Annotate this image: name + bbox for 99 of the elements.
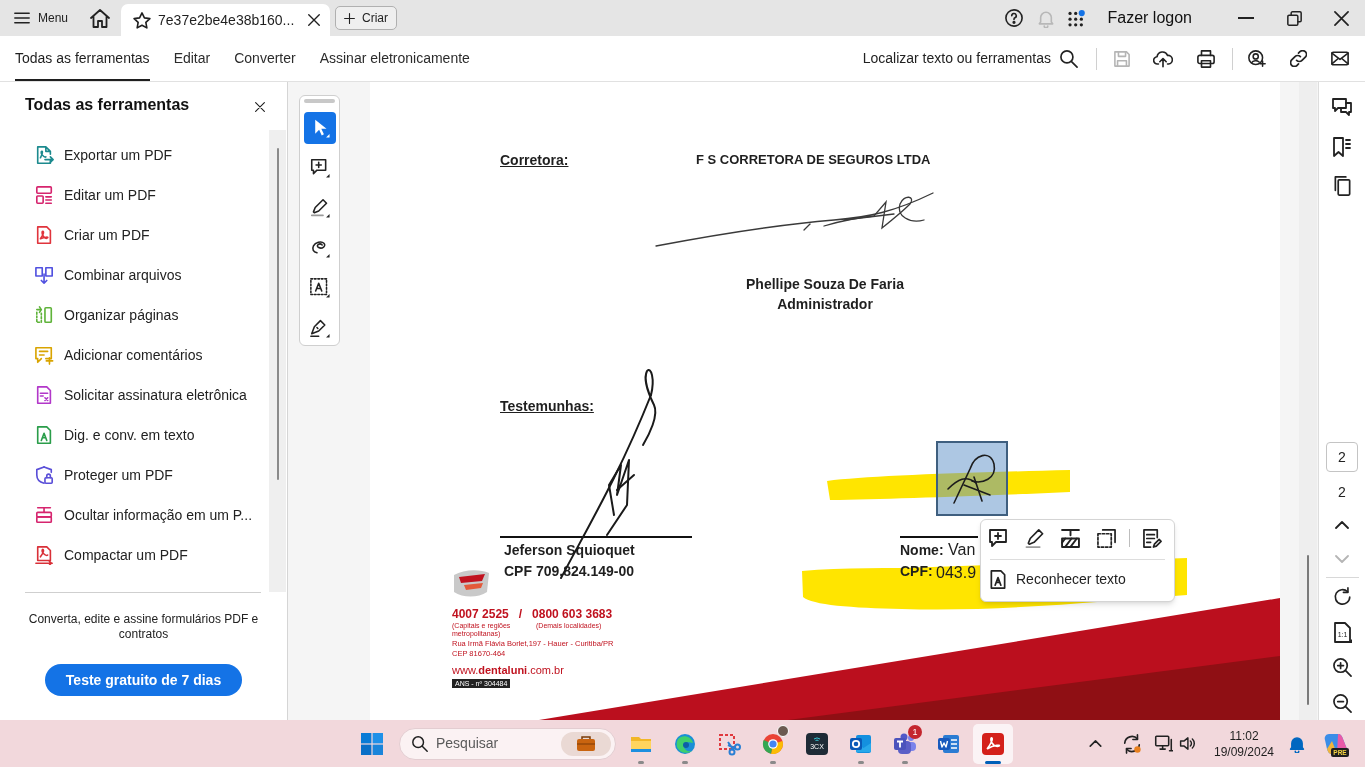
taskbar-button[interactable]: 1: [885, 723, 925, 764]
star-icon[interactable]: [133, 11, 152, 29]
bell-icon[interactable]: [1289, 734, 1305, 753]
people-tile-icon: [893, 731, 917, 756]
name-value: Van: [948, 540, 976, 559]
cpf-value: 043.9: [936, 563, 977, 582]
tool-item[interactable]: Compactar um PDF: [0, 535, 269, 575]
windows-logo-icon[interactable]: [361, 732, 383, 755]
comment-plus-icon[interactable]: [989, 528, 1008, 548]
comments-icon[interactable]: [1332, 98, 1352, 118]
pen-sign-icon: [309, 318, 330, 338]
swirl-tile-icon: [981, 731, 1005, 756]
pages-icon[interactable]: [1333, 176, 1351, 196]
restore-icon[interactable]: [1286, 10, 1302, 26]
user-plus-icon[interactable]: [1248, 49, 1266, 68]
mail-icon[interactable]: [1331, 51, 1349, 66]
witnesses-label: Testemunhas:: [500, 397, 594, 415]
promo-text: Converta, edite e assine formulários PDF e contratos: [27, 612, 260, 642]
text-document-icon: [989, 569, 1007, 589]
comment-plus-icon: [309, 158, 330, 178]
broker-label: Corretora:: [500, 151, 569, 169]
volume-icon[interactable]: [1179, 735, 1196, 752]
page-number-field[interactable]: 2: [1326, 442, 1358, 472]
avatar-icon: [777, 724, 789, 737]
tool-item[interactable]: Exportar um PDF: [0, 135, 269, 175]
sign-in-button[interactable]: Fazer logon: [1107, 6, 1192, 30]
briefcase-icon: [561, 731, 611, 756]
clock-button[interactable]: 11:02 19/09/2024: [1213, 727, 1275, 760]
hatched-text-icon[interactable]: [1061, 528, 1080, 548]
plus-icon: [344, 12, 356, 24]
scrollbar-thumb[interactable]: [1307, 555, 1309, 705]
separator: /: [518, 606, 523, 622]
cpf-label: CPF:: [900, 562, 933, 580]
sync-icon[interactable]: [1122, 733, 1142, 754]
text-select-icon: [309, 278, 330, 298]
trial-button[interactable]: Teste gratuito de 7 dias: [45, 664, 242, 696]
chevron-up-icon[interactable]: [1089, 740, 1102, 747]
panel-title: Todas as ferramentas: [25, 95, 190, 115]
tool-item[interactable]: Ocultar informação em um P...: [0, 495, 269, 535]
broker-name: F S CORRETORA DE SEGUROS LTDA: [696, 151, 931, 169]
chevron-up-icon[interactable]: [1335, 521, 1349, 529]
dashed-select-icon[interactable]: [1097, 528, 1116, 548]
close-icon[interactable]: [1334, 10, 1349, 26]
network-icon[interactable]: [1154, 734, 1173, 753]
link-icon[interactable]: [1290, 50, 1307, 67]
toolbar-tab[interactable]: Editar: [173, 36, 211, 81]
tool-item[interactable]: Combinar arquivos: [0, 255, 269, 295]
create-button[interactable]: Criar: [335, 6, 398, 30]
tool-item[interactable]: Organizar páginas: [0, 295, 269, 335]
phone-number: 4007 2525: [452, 606, 509, 622]
lasso-icon: [309, 238, 330, 258]
apps-grid-icon[interactable]: [1067, 9, 1085, 27]
close-icon[interactable]: [255, 102, 265, 112]
scissors-icon: [717, 731, 741, 756]
close-icon[interactable]: [308, 14, 321, 26]
taskbar-button[interactable]: [973, 723, 1013, 764]
help-icon[interactable]: [1004, 9, 1023, 27]
tool-item[interactable]: Editar um PDF: [0, 175, 269, 215]
swoosh-logo: [452, 568, 490, 598]
color-wheel-icon: [761, 731, 785, 756]
phone-number: 0800 603 3683: [532, 606, 613, 622]
tool-item[interactable]: Proteger um PDF: [0, 455, 269, 495]
home-icon[interactable]: [90, 8, 111, 28]
swirl-icon: [673, 731, 697, 756]
selection-box[interactable]: [936, 441, 1008, 516]
scrollbar[interactable]: [269, 130, 286, 592]
zoom-out-icon[interactable]: [1332, 694, 1352, 713]
tool-item[interactable]: Solicitar assinatura eletrônica: [0, 375, 269, 415]
print-icon[interactable]: [1197, 49, 1215, 68]
toolbar-tab[interactable]: Assinar eletronicamente: [319, 36, 470, 81]
upload-icon[interactable]: [1153, 49, 1173, 68]
menu-button[interactable]: Menu: [14, 5, 69, 31]
signatory-name: Phellipe Souza De Faria: [746, 275, 904, 294]
page-count: 2: [1338, 483, 1346, 502]
highlighter-icon: [309, 198, 330, 218]
bookmark-icon[interactable]: [1333, 137, 1351, 157]
search-icon: [1060, 49, 1078, 68]
edit-document-icon[interactable]: [1143, 528, 1162, 548]
toolbar-tab[interactable]: Converter: [234, 36, 296, 81]
zoom-in-icon[interactable]: [1332, 658, 1352, 677]
scrollbar-thumb[interactable]: [276, 148, 279, 480]
menu-icon: [14, 12, 30, 24]
tool-item[interactable]: Dig. e conv. em texto: [0, 415, 269, 455]
tool-item[interactable]: Adicionar comentários: [0, 335, 269, 375]
search-icon: [412, 735, 428, 752]
website-text: www.dentaluni.com.br: [452, 663, 564, 677]
recognize-text-button[interactable]: Reconhecer texto: [981, 560, 1126, 598]
search-field[interactable]: Pesquisar: [436, 733, 546, 754]
tool-item[interactable]: Criar um PDF: [0, 215, 269, 255]
notification-badge: 1: [908, 724, 922, 739]
document-tab[interactable]: 7e37e2be4e38b160...: [121, 4, 331, 36]
drag-handle[interactable]: [304, 99, 335, 103]
highlighter-icon[interactable]: [1025, 528, 1044, 548]
signatory-role: Administrador: [777, 295, 873, 314]
rotate-icon[interactable]: [1332, 587, 1352, 606]
find-button[interactable]: Localizar texto ou ferramentas: [862, 48, 1078, 69]
name-label: Nome:: [900, 541, 944, 559]
scrollbar[interactable]: [1299, 82, 1317, 720]
search-bar[interactable]: Pesquisar: [399, 727, 616, 760]
